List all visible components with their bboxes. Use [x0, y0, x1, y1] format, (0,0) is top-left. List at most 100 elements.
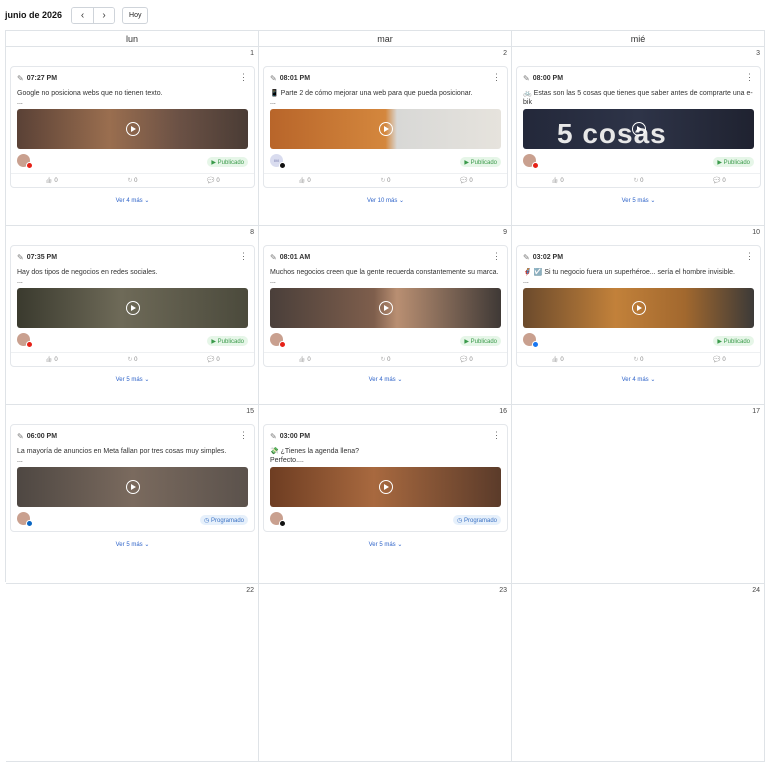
play-icon[interactable]: [125, 301, 140, 315]
shares-icon: ↻: [380, 178, 386, 184]
day-number: 17: [752, 408, 760, 415]
show-more-link[interactable]: Ver 4 más ⌄: [516, 376, 761, 383]
weekday-mon: lun: [6, 31, 259, 47]
schedule-icon: ✎: [17, 252, 24, 262]
post-header: ✎ 03:02 PM ⋮: [517, 246, 760, 268]
more-options-icon[interactable]: ⋮: [239, 72, 248, 82]
video-thumbnail[interactable]: 5 cosas: [523, 109, 754, 149]
post-time: 03:02 PM: [532, 253, 564, 261]
play-icon[interactable]: [125, 122, 140, 136]
comments-icon: 💬: [460, 357, 468, 363]
more-options-icon[interactable]: ⋮: [745, 72, 754, 82]
stat-value: 0: [722, 178, 726, 184]
video-thumbnail[interactable]: [17, 109, 248, 149]
show-more-link[interactable]: Ver 10 más ⌄: [263, 197, 508, 204]
stat-value: 0: [722, 357, 726, 363]
post-text: Hay dos tipos de negocios en redes socia…: [11, 268, 254, 288]
comments-icon: 💬: [460, 178, 468, 184]
shares-icon: ↻: [633, 357, 639, 363]
more-options-icon[interactable]: ⋮: [492, 430, 501, 440]
stat-comments: 💬 0: [679, 177, 760, 184]
post-meta: ▶ Publicado: [517, 149, 760, 173]
weekday-wed: mié: [512, 31, 765, 47]
post-text-line: La mayoría de anuncios en Meta fallan po…: [17, 448, 227, 455]
prev-month-button[interactable]: ‹: [72, 7, 94, 23]
day-cell[interactable]: 1 ✎ 07:27 PM ⋮ Google no posiciona webs que …: [6, 47, 259, 226]
day-cell[interactable]: 10 ✎ 03:02 PM ⋮ 🦸 ☑️ Si tu negocio fuera un …: [512, 226, 765, 405]
video-thumbnail[interactable]: [270, 467, 501, 507]
play-icon[interactable]: [631, 301, 646, 315]
comments-icon: 💬: [207, 178, 215, 184]
more-options-icon[interactable]: ⋮: [745, 251, 754, 261]
show-more-link[interactable]: Ver 5 más ⌄: [263, 541, 508, 548]
likes-icon: 👍: [45, 178, 53, 184]
likes-icon: 👍: [298, 357, 306, 363]
stat-shares: ↻ 0: [92, 177, 173, 184]
today-button[interactable]: Hoy: [122, 6, 149, 24]
day-cell[interactable]: 24: [512, 584, 765, 762]
stat-value: 0: [640, 357, 644, 363]
post-text-line: ...: [17, 278, 23, 285]
more-options-icon[interactable]: ⋮: [492, 72, 501, 82]
play-icon[interactable]: [378, 480, 393, 494]
stat-value: 0: [469, 178, 473, 184]
status-badge: ▶ Publicado: [207, 336, 248, 346]
more-options-icon[interactable]: ⋮: [239, 430, 248, 440]
stat-likes: 👍 0: [264, 177, 345, 184]
next-month-button[interactable]: ›: [93, 7, 115, 23]
more-options-icon[interactable]: ⋮: [239, 251, 248, 261]
video-thumbnail[interactable]: [270, 288, 501, 328]
youtube-icon: [26, 162, 33, 169]
stat-likes: 👍 0: [517, 356, 598, 363]
schedule-icon: ✎: [270, 73, 277, 83]
video-thumbnail[interactable]: [17, 288, 248, 328]
day-cell[interactable]: 22: [6, 584, 259, 762]
post-stats: 👍 0 ↻ 0 💬 0: [264, 173, 507, 187]
post-header: ✎ 06:00 PM ⋮: [11, 425, 254, 447]
week-row: 8 ✎ 07:35 PM ⋮ Hay dos tipos de negocios en …: [6, 226, 765, 405]
day-cell[interactable]: 2 ✎ 08:01 PM ⋮ 📱 Parte 2 de cómo mejorar una…: [259, 47, 512, 226]
play-icon[interactable]: [631, 122, 646, 136]
post-text: La mayoría de anuncios en Meta fallan po…: [11, 447, 254, 467]
schedule-icon: ✎: [270, 431, 277, 441]
play-icon[interactable]: [125, 480, 140, 494]
post-text: 🚲 Estas son las 5 cosas que tienes que s…: [517, 89, 760, 109]
play-icon[interactable]: [378, 301, 393, 315]
day-cell[interactable]: 3 ✎ 08:00 PM ⋮ 🚲 Estas son las 5 cosas que t…: [512, 47, 765, 226]
post-card[interactable]: ✎ 08:01 AM ⋮ Muchos negocios creen que la g…: [263, 245, 508, 367]
stat-likes: 👍 0: [11, 177, 92, 184]
day-cell[interactable]: 16 ✎ 03:00 PM ⋮ 💸 ¿Tienes la agenda llena? Pe…: [259, 405, 512, 584]
day-cell[interactable]: 8 ✎ 07:35 PM ⋮ Hay dos tipos de negocios en …: [6, 226, 259, 405]
post-card[interactable]: ✎ 08:00 PM ⋮ 🚲 Estas son las 5 cosas que ti…: [516, 66, 761, 188]
stat-value: 0: [560, 178, 564, 184]
calendar-toolbar: junio de 2026 ‹ › Hoy: [0, 0, 767, 30]
show-more-link[interactable]: Ver 5 más ⌄: [10, 541, 255, 548]
video-thumbnail[interactable]: [270, 109, 501, 149]
stat-likes: 👍 0: [264, 356, 345, 363]
show-more-link[interactable]: Ver 5 más ⌄: [516, 197, 761, 204]
play-icon[interactable]: [378, 122, 393, 136]
status-badge: ▶ Publicado: [207, 157, 248, 167]
post-card[interactable]: ✎ 03:00 PM ⋮ 💸 ¿Tienes la agenda llena? Perf…: [263, 424, 508, 532]
more-options-icon[interactable]: ⋮: [492, 251, 501, 261]
post-card[interactable]: ✎ 07:35 PM ⋮ Hay dos tipos de negocios en r…: [10, 245, 255, 367]
schedule-icon: ✎: [17, 431, 24, 441]
facebook-icon: [532, 341, 539, 348]
shares-icon: ↻: [380, 357, 386, 363]
day-cell[interactable]: 9 ✎ 08:01 AM ⋮ Muchos negocios creen que la …: [259, 226, 512, 405]
day-cell[interactable]: 23: [259, 584, 512, 762]
post-card[interactable]: ✎ 03:02 PM ⋮ 🦸 ☑️ Si tu negocio fuera un su…: [516, 245, 761, 367]
post-time: 08:01 AM: [279, 253, 311, 261]
day-cell[interactable]: 17: [512, 405, 765, 584]
status-badge: ▶ Publicado: [460, 336, 501, 346]
show-more-link[interactable]: Ver 4 más ⌄: [263, 376, 508, 383]
post-card[interactable]: ✎ 08:01 PM ⋮ 📱 Parte 2 de cómo mejorar una …: [263, 66, 508, 188]
day-cell[interactable]: 15 ✎ 06:00 PM ⋮ La mayoría de anuncios en Me…: [6, 405, 259, 584]
video-thumbnail[interactable]: [17, 467, 248, 507]
post-card[interactable]: ✎ 07:27 PM ⋮ Google no posiciona webs que n…: [10, 66, 255, 188]
post-text: 📱 Parte 2 de cómo mejorar una web para q…: [264, 89, 507, 109]
show-more-link[interactable]: Ver 4 más ⌄: [10, 197, 255, 204]
post-card[interactable]: ✎ 06:00 PM ⋮ La mayoría de anuncios en Meta…: [10, 424, 255, 532]
show-more-link[interactable]: Ver 5 más ⌄: [10, 376, 255, 383]
video-thumbnail[interactable]: [523, 288, 754, 328]
